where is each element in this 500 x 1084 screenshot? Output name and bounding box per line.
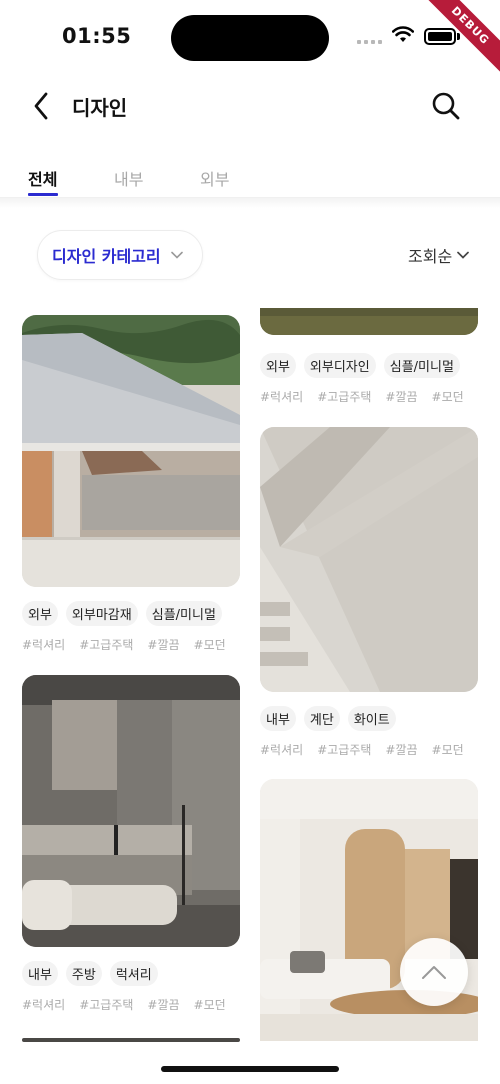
tag-chip[interactable]: 심플/미니멀	[145, 601, 222, 626]
card-hashtags: #럭셔리 #고급주택 #깔끔 #모던	[22, 996, 240, 1013]
hashtag: #모던	[431, 743, 464, 757]
app-header: 디자인	[0, 78, 500, 134]
chevron-left-icon	[34, 92, 48, 120]
hashtag: #고급주택	[317, 743, 372, 757]
tab-divider	[0, 198, 500, 208]
design-card[interactable]: 내부 주방 럭셔리 #럭셔리 #고급주택 #깔끔 #모던	[22, 675, 240, 1013]
tag-chip[interactable]: 내부	[260, 706, 296, 731]
scroll-to-top-button[interactable]	[400, 938, 468, 1006]
design-category-dropdown[interactable]: 디자인 카테고리	[37, 230, 203, 280]
sort-dropdown[interactable]: 조회순	[408, 243, 470, 267]
card-tags: 내부 계단 화이트	[260, 706, 478, 731]
tab-all[interactable]: 전체	[28, 166, 57, 190]
hashtag: #깔끔	[147, 998, 180, 1012]
right-column: 외부 외부디자인 심플/미니멀 #럭셔리 #고급주택 #깔끔 #모던 내부 계단…	[260, 308, 478, 758]
design-card[interactable]: 외부 외부디자인 심플/미니멀 #럭셔리 #고급주택 #깔끔 #모던	[260, 308, 478, 405]
hashtag: #고급주택	[79, 998, 134, 1012]
status-time: 01:55	[62, 24, 132, 48]
chevron-down-icon	[170, 251, 183, 259]
tag-chip[interactable]: 계단	[303, 706, 340, 731]
hashtag: #모던	[193, 998, 226, 1012]
card-hashtags: #럭셔리 #고급주택 #깔끔 #모던	[22, 636, 240, 653]
hashtag: #고급주택	[317, 390, 372, 404]
wifi-icon	[392, 26, 414, 42]
search-icon	[432, 92, 460, 120]
dynamic-island	[171, 15, 329, 61]
card-tags: 외부 외부마감재 심플/미니멀	[22, 601, 240, 626]
card-image[interactable]	[260, 308, 478, 335]
hashtag: #고급주택	[79, 638, 134, 652]
left-column: 외부 외부마감재 심플/미니멀 #럭셔리 #고급주택 #깔끔 #모던 내부 주방…	[22, 315, 240, 1013]
tag-chip[interactable]: 주방	[65, 961, 102, 986]
tag-chip[interactable]: 외부마감재	[65, 601, 138, 626]
tag-chip[interactable]: 내부	[22, 961, 58, 986]
card-image[interactable]	[22, 675, 240, 947]
card-image[interactable]	[22, 315, 240, 587]
card-hashtags: #럭셔리 #고급주택 #깔끔 #모던	[260, 741, 478, 758]
hashtag: #럭셔리	[22, 998, 66, 1012]
hashtag: #럭셔리	[260, 743, 304, 757]
tag-chip[interactable]: 화이트	[347, 706, 396, 731]
tag-chip[interactable]: 외부	[22, 601, 58, 626]
hashtag: #모던	[431, 390, 464, 404]
battery-tip	[457, 33, 460, 40]
battery-icon	[424, 28, 456, 45]
page-title: 디자인	[72, 96, 128, 120]
tag-chip[interactable]: 심플/미니멀	[383, 353, 460, 378]
tab-indicator	[28, 193, 58, 196]
sort-label: 조회순	[408, 247, 453, 266]
design-card[interactable]: 내부 계단 화이트 #럭셔리 #고급주택 #깔끔 #모던	[260, 427, 478, 758]
tab-exterior[interactable]: 외부	[200, 166, 229, 190]
category-label: 디자인 카테고리	[52, 247, 161, 266]
design-card[interactable]: 외부 외부마감재 심플/미니멀 #럭셔리 #고급주택 #깔끔 #모던	[22, 315, 240, 653]
chevron-up-icon	[422, 966, 446, 979]
hashtag: #럭셔리	[260, 390, 304, 404]
tag-chip[interactable]: 럭셔리	[109, 961, 158, 986]
hashtag: #럭셔리	[22, 638, 66, 652]
card-tags: 외부 외부디자인 심플/미니멀	[260, 353, 478, 378]
hashtag: #모던	[193, 638, 226, 652]
hashtag: #깔끔	[385, 390, 418, 404]
card-hashtags: #럭셔리 #고급주택 #깔끔 #모던	[260, 388, 478, 405]
category-tabs: 전체 내부 외부	[0, 158, 500, 198]
hashtag: #깔끔	[385, 743, 418, 757]
search-button[interactable]	[428, 88, 464, 124]
card-image[interactable]	[260, 427, 478, 692]
tag-chip[interactable]: 외부	[260, 353, 296, 378]
back-button[interactable]	[26, 88, 56, 124]
next-card-peek	[22, 1038, 240, 1042]
tag-chip[interactable]: 외부디자인	[303, 353, 376, 378]
home-indicator	[161, 1066, 339, 1072]
hashtag: #깔끔	[147, 638, 180, 652]
tab-interior[interactable]: 내부	[114, 166, 143, 190]
chevron-down-icon	[457, 251, 470, 259]
status-bar: 01:55	[0, 0, 500, 78]
card-tags: 내부 주방 럭셔리	[22, 961, 240, 986]
cellular-signal-icon	[357, 40, 382, 44]
